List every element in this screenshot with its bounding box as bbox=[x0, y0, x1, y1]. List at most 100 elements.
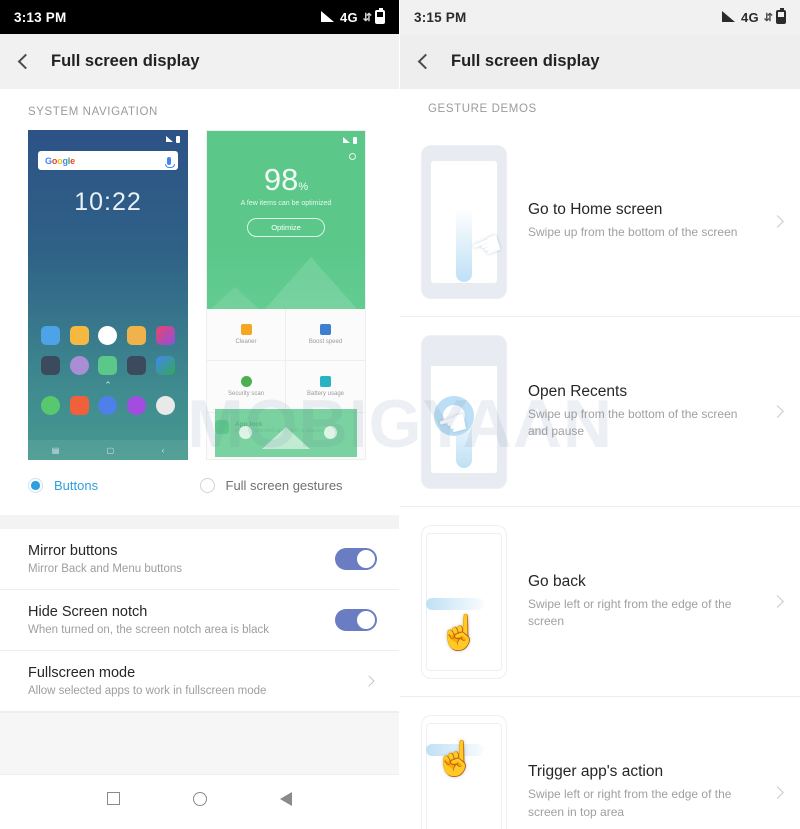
preview-navigation-bar: ▤ ▢ ‹ bbox=[28, 440, 188, 460]
camera-icon bbox=[156, 396, 176, 415]
setting-subtitle: When turned on, the screen notch area is… bbox=[28, 624, 270, 636]
gesture-title: Go back bbox=[528, 572, 586, 590]
back-chevron-icon[interactable] bbox=[417, 53, 434, 70]
page-title: Full screen display bbox=[51, 52, 200, 70]
settings-gear-icon bbox=[69, 356, 89, 375]
gesture-text: Trigger app's action Swipe left or right… bbox=[528, 763, 761, 821]
right-status-time: 3:15 PM bbox=[414, 9, 467, 25]
tile-boost-speed[interactable]: Boost speed bbox=[286, 309, 365, 361]
security-app-hero: 98% A few items can be optimized Optimiz… bbox=[207, 131, 365, 309]
gesture-subtitle: Swipe up from the bottom of the screen a… bbox=[528, 406, 738, 438]
gesture-subtitle: Swipe left or right from the edge of the… bbox=[528, 596, 732, 628]
google-search-bar[interactable]: Google bbox=[38, 151, 178, 170]
microphone-icon bbox=[165, 156, 175, 168]
page-title: Full screen display bbox=[451, 52, 600, 70]
gallery-icon bbox=[40, 326, 60, 345]
gesture-text: Go back Swipe left or right from the edg… bbox=[528, 573, 761, 631]
drawer-caret-icon: ⌃ bbox=[104, 380, 112, 390]
gesture-item-trigger-app-action[interactable]: ☝ Trigger app's action Swipe left or rig… bbox=[400, 697, 800, 829]
right-phone-screen: 3:15 PM 4G ⇵ Full screen display GESTURE… bbox=[400, 0, 800, 829]
radio-indicator-selected bbox=[28, 478, 43, 493]
gesture-item-recents[interactable]: ☚ Open Recents Swipe up from the bottom … bbox=[400, 317, 800, 507]
radio-option-buttons[interactable]: Buttons bbox=[28, 478, 200, 493]
gesture-subtitle: Swipe up from the bottom of the screen bbox=[528, 225, 738, 240]
radio-label: Buttons bbox=[54, 478, 99, 493]
system-navigation-bar bbox=[0, 774, 399, 822]
tile-cleaner[interactable]: Cleaner bbox=[207, 309, 286, 361]
setting-title: Mirror buttons bbox=[28, 543, 118, 559]
gesture-demo-list: ☚ Go to Home screen Swipe up from the bo… bbox=[400, 127, 800, 829]
network-label: 4G bbox=[340, 9, 358, 25]
battery-icon bbox=[776, 8, 786, 24]
shopping-icon bbox=[69, 396, 89, 415]
tile-label: Boost speed bbox=[308, 339, 343, 345]
left-app-bar: Full screen display bbox=[0, 34, 399, 89]
gesture-text: Open Recents Swipe up from the bottom of… bbox=[528, 383, 761, 441]
left-status-time: 3:13 PM bbox=[14, 9, 67, 25]
chevron-right-icon bbox=[771, 595, 784, 608]
signal-triangle-icon bbox=[722, 11, 736, 23]
dual-screenshot-stage: 3:13 PM 4G ⇵ Full screen display SYSTEM … bbox=[0, 0, 800, 829]
optimize-button[interactable]: Optimize bbox=[247, 218, 325, 237]
signal-triangle-icon bbox=[321, 11, 335, 23]
setting-text: Fullscreen mode Allow selected apps to w… bbox=[28, 665, 266, 697]
recents-square-icon[interactable] bbox=[106, 792, 120, 805]
toggle-hide-screen-notch[interactable] bbox=[335, 609, 377, 631]
setting-text: Hide Screen notch When turned on, the sc… bbox=[28, 604, 269, 636]
toggle-mirror-buttons[interactable] bbox=[335, 548, 377, 570]
gesture-item-home[interactable]: ☚ Go to Home screen Swipe up from the bo… bbox=[400, 127, 800, 317]
preview-status-icons bbox=[207, 131, 365, 144]
gesture-item-go-back[interactable]: ☝ Go back Swipe left or right from the e… bbox=[400, 507, 800, 697]
section-header-system-navigation: SYSTEM NAVIGATION bbox=[0, 89, 399, 130]
recents-icon: ▤ bbox=[51, 445, 60, 455]
setting-title: Fullscreen mode bbox=[28, 665, 136, 681]
chevron-right-icon bbox=[363, 675, 375, 687]
swipe-edge-hand-icon: ☝ bbox=[422, 525, 506, 678]
data-arrows-icon: ⇵ bbox=[763, 11, 773, 24]
setting-title: Hide Screen notch bbox=[28, 604, 148, 620]
radio-label: Full screen gestures bbox=[225, 478, 343, 493]
app-icon-row bbox=[28, 326, 188, 345]
browser-icon bbox=[98, 396, 118, 415]
signal-triangle-icon bbox=[343, 137, 350, 143]
preview-clock: 10:22 bbox=[74, 188, 142, 216]
play-store-icon bbox=[156, 356, 176, 375]
section-divider bbox=[0, 515, 399, 529]
tile-security-scan[interactable]: Security scan bbox=[207, 361, 286, 413]
gesture-subtitle: Swipe left or right from the edge of the… bbox=[528, 787, 732, 819]
play-music-icon bbox=[98, 326, 118, 345]
setting-row-hide-screen-notch[interactable]: Hide Screen notch When turned on, the sc… bbox=[0, 590, 399, 651]
back-chevron-icon[interactable] bbox=[17, 53, 34, 70]
boost-icon bbox=[320, 324, 331, 335]
data-arrows-icon: ⇵ bbox=[362, 11, 372, 24]
optimization-subtitle: A few items can be optimized bbox=[240, 200, 332, 207]
preview-status-icons bbox=[28, 130, 188, 143]
optimization-score: 98% bbox=[263, 162, 309, 197]
setting-row-fullscreen-mode[interactable]: Fullscreen mode Allow selected apps to w… bbox=[0, 651, 399, 712]
mountain-illustration bbox=[207, 247, 365, 309]
phone-icon bbox=[40, 396, 60, 415]
right-status-icons: 4G ⇵ bbox=[722, 8, 786, 25]
battery-icon bbox=[176, 136, 180, 143]
colorful-app-icon bbox=[156, 326, 176, 345]
setting-row-mirror-buttons[interactable]: Mirror buttons Mirror Back and Menu butt… bbox=[0, 529, 399, 590]
gesture-text: Go to Home screen Swipe up from the bott… bbox=[528, 201, 761, 241]
tile-label: Battery usage bbox=[306, 391, 345, 397]
preview-gestures-mode[interactable]: 98% A few items can be optimized Optimiz… bbox=[206, 130, 366, 460]
network-label: 4G bbox=[741, 9, 759, 25]
preview-app-icons: ⌃ bbox=[28, 326, 188, 426]
back-triangle-icon[interactable] bbox=[280, 791, 293, 806]
right-app-bar: Full screen display bbox=[400, 34, 800, 89]
home-circle-icon[interactable] bbox=[192, 791, 207, 806]
tile-battery-usage[interactable]: Battery usage bbox=[286, 361, 365, 413]
setting-subtitle: Allow selected apps to work in fullscree… bbox=[28, 685, 267, 697]
settings-gear-icon bbox=[349, 153, 356, 160]
gesture-title: Trigger app's action bbox=[528, 763, 664, 781]
preview-buttons-mode[interactable]: Google 10:22 ⌃ ▤ ▢ ‹ bbox=[28, 130, 188, 460]
gesture-overlay-illustration bbox=[215, 409, 357, 457]
overlay-home-icon bbox=[262, 423, 310, 449]
tile-label: Security scan bbox=[227, 391, 264, 397]
left-status-icons: 4G ⇵ bbox=[321, 8, 385, 25]
chevron-right-icon bbox=[771, 785, 784, 799]
radio-option-full-screen-gestures[interactable]: Full screen gestures bbox=[199, 478, 372, 493]
